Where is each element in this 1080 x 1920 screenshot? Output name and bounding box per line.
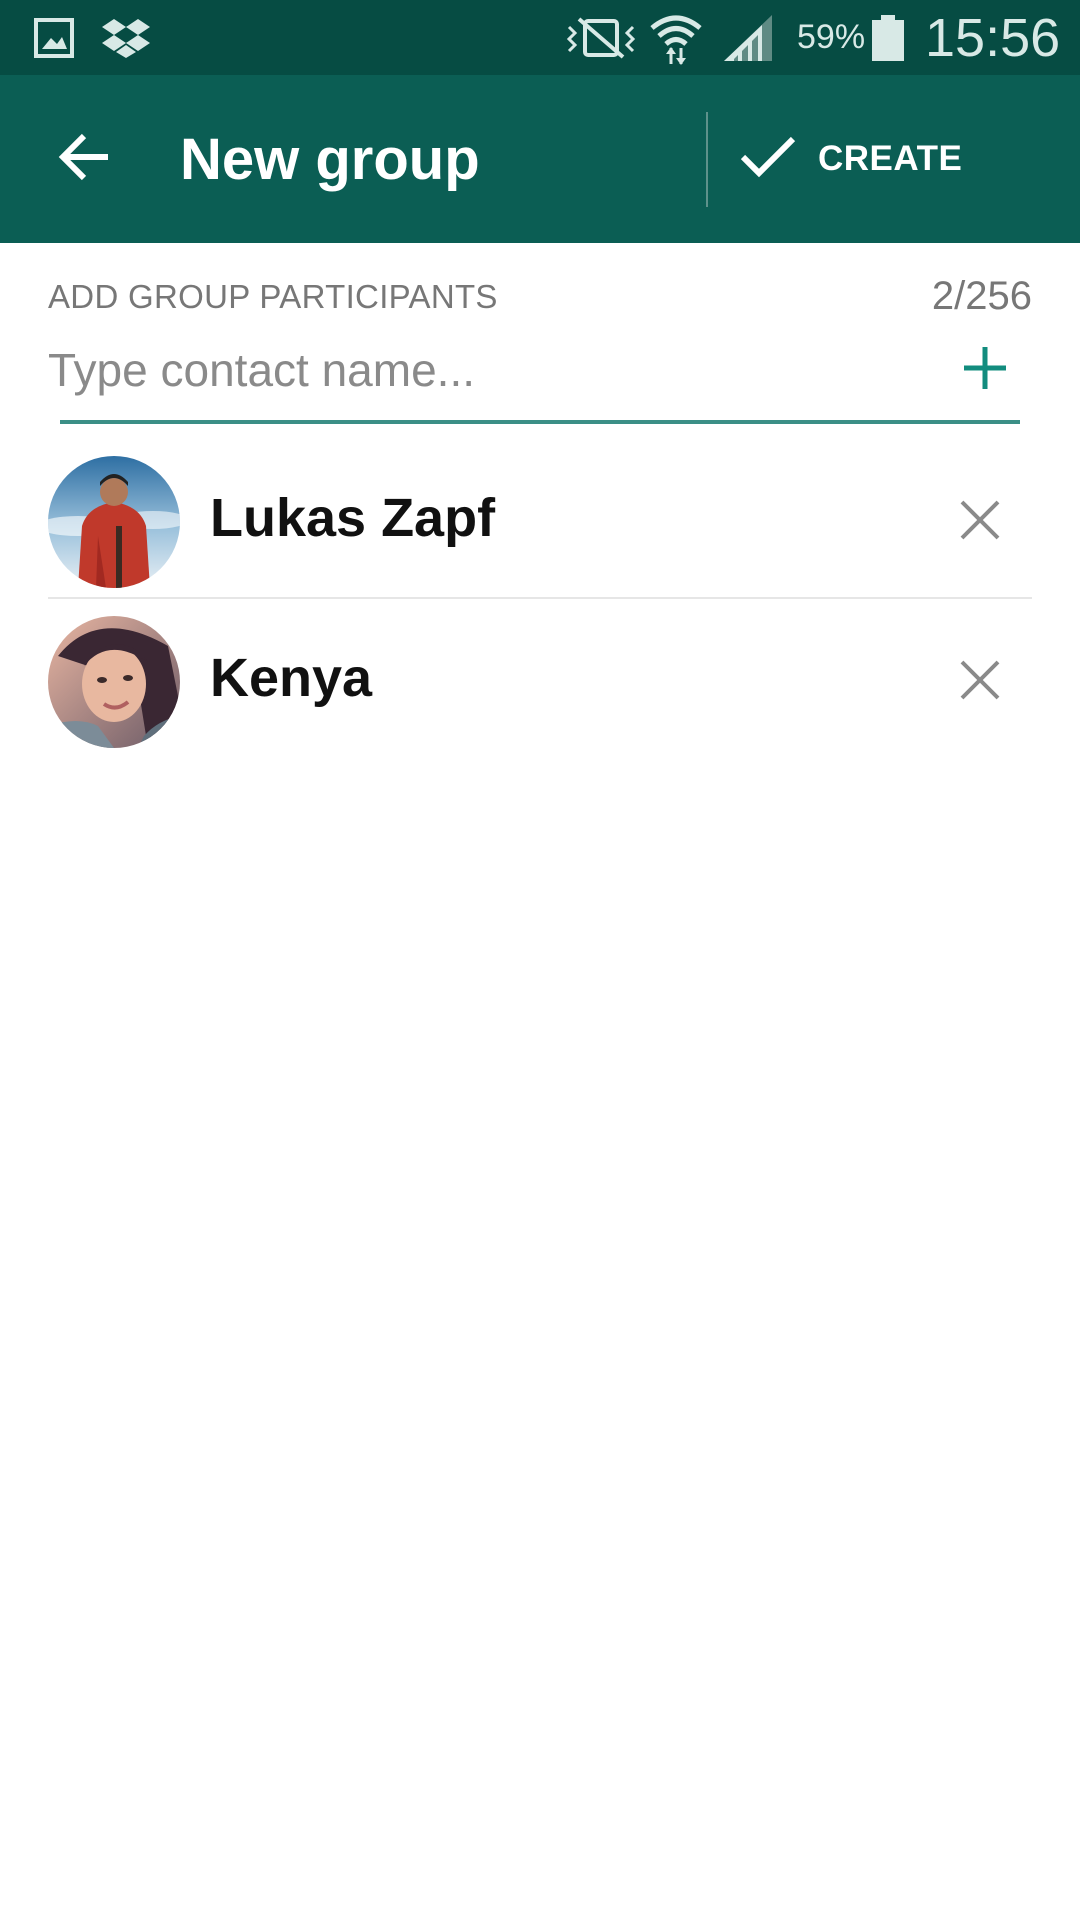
appbar-divider	[706, 112, 708, 207]
battery-percent: 59%	[797, 18, 866, 56]
arrow-back-icon	[58, 132, 112, 187]
section-label: ADD GROUP PARTICIPANTS	[48, 278, 498, 315]
back-button[interactable]	[40, 119, 130, 199]
signal-icon	[722, 0, 774, 75]
dropbox-icon	[102, 0, 150, 75]
status-bar: 59% 15:56	[0, 0, 1080, 75]
gallery-icon	[34, 0, 74, 75]
participant-count: 2/256	[931, 274, 1032, 318]
battery-icon	[870, 0, 906, 75]
plus-icon	[962, 345, 1008, 396]
clock: 15:56	[925, 7, 1061, 68]
page-title: New group	[180, 126, 480, 192]
checkmark-icon	[740, 135, 796, 184]
list-item: Lukas Zapf	[0, 438, 1080, 598]
contact-search-input[interactable]	[48, 335, 928, 405]
wifi-icon	[648, 0, 704, 75]
list-item: Kenya	[0, 598, 1080, 758]
avatar	[48, 456, 180, 588]
contact-name: Kenya	[210, 648, 373, 708]
avatar	[48, 616, 180, 748]
close-icon	[959, 659, 1001, 706]
remove-contact-button[interactable]	[940, 482, 1020, 562]
contact-name: Lukas Zapf	[210, 488, 496, 548]
create-button[interactable]: CREATE	[740, 105, 1060, 213]
add-contact-button[interactable]	[950, 335, 1020, 405]
close-icon	[959, 499, 1001, 546]
search-underline	[60, 420, 1020, 424]
remove-contact-button[interactable]	[940, 642, 1020, 722]
create-label: CREATE	[818, 139, 963, 178]
app-bar: New group CREATE	[0, 75, 1080, 243]
vibrate-icon	[565, 0, 637, 75]
